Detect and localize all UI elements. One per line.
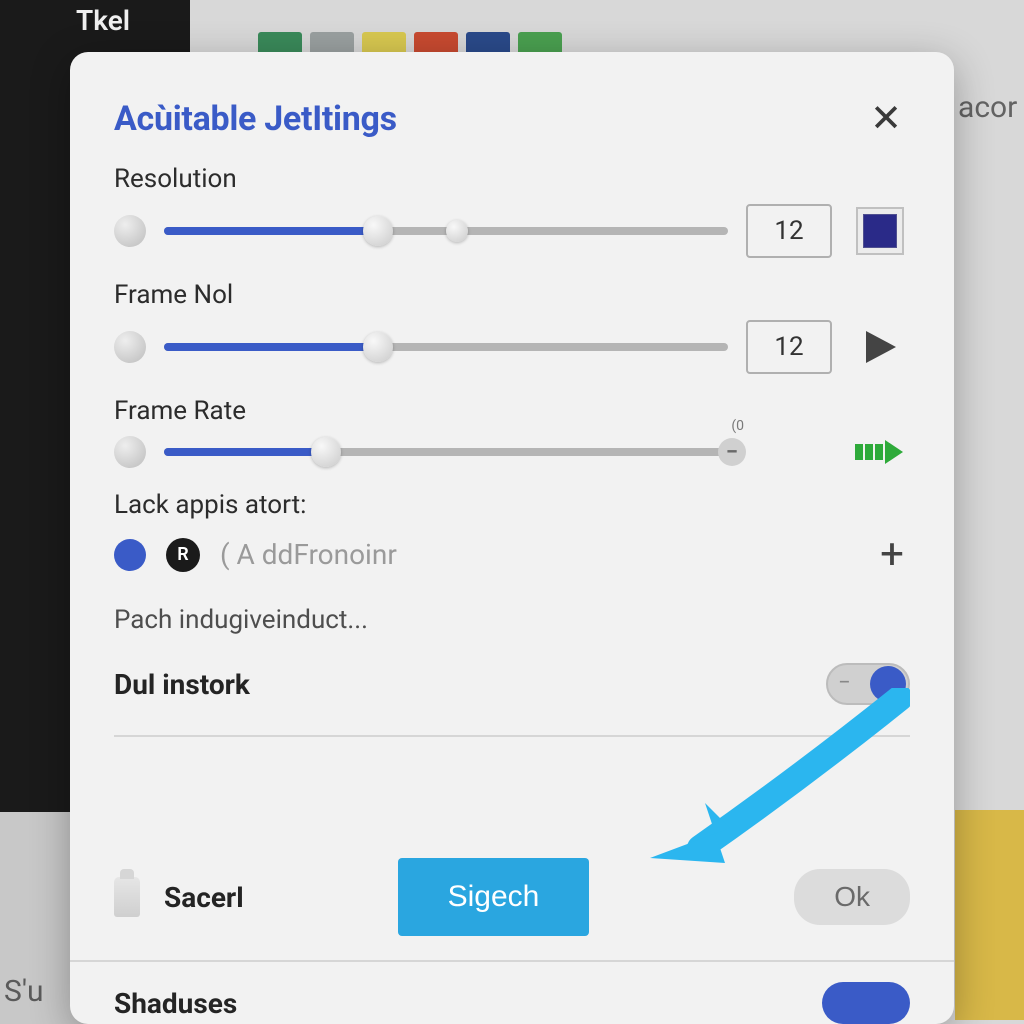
frame-nol-thumb[interactable] <box>363 332 393 362</box>
dul-instork-row: Dul instork − <box>114 663 910 705</box>
lack-radio-selected[interactable] <box>114 539 146 571</box>
resolution-swatch-wrap <box>850 207 910 255</box>
fast-forward-icon[interactable] <box>850 438 910 466</box>
shaduses-row: Shaduses <box>70 962 954 1024</box>
divider-1 <box>114 735 910 737</box>
background-tab-label: Tkel <box>76 4 130 37</box>
frame-nol-radio[interactable] <box>114 331 146 363</box>
resolution-slider[interactable] <box>164 215 728 247</box>
modal-title: Acùitable JetItings <box>114 99 397 139</box>
r-badge-icon[interactable]: R <box>166 538 200 572</box>
background-text-bottom: S'u <box>4 974 44 1009</box>
resolution-thumb[interactable] <box>363 216 393 246</box>
setting-lack: Lack appis atort: R ( A ddFronoinr + <box>114 490 910 579</box>
sacerl-label: Sacerl <box>164 881 244 914</box>
sigech-button[interactable]: Sigech <box>398 858 590 936</box>
color-swatch-inner <box>863 214 897 248</box>
frame-rate-slider[interactable]: − (0 <box>164 436 742 468</box>
ok-button[interactable]: Ok <box>794 869 910 925</box>
modal-header: Acùitable JetItings ✕ <box>70 52 954 142</box>
frame-rate-tiny-label: (0 <box>731 418 744 434</box>
resolution-value[interactable]: 12 <box>746 204 832 258</box>
frame-rate-radio[interactable] <box>114 436 146 468</box>
shaduses-label: Shaduses <box>114 987 237 1020</box>
frame-nol-label: Frame Nol <box>114 280 910 310</box>
dul-instork-label: Dul instork <box>114 668 250 701</box>
play-icon[interactable] <box>850 327 910 367</box>
plus-icon[interactable]: + <box>874 530 910 579</box>
close-icon[interactable]: ✕ <box>862 96 910 142</box>
toggle-minus-icon: − <box>838 670 851 695</box>
setting-frame-nol: Frame Nol 12 <box>114 280 910 374</box>
frame-rate-label: Frame Rate <box>114 396 910 426</box>
resolution-label: Resolution <box>114 164 910 194</box>
background-yellow-panel <box>955 810 1024 1020</box>
modal-body: Resolution 12 Frame <box>70 142 954 834</box>
settings-modal: Acùitable JetItings ✕ Resolution 12 <box>70 52 954 1024</box>
resolution-thumb-2[interactable] <box>446 220 468 242</box>
setting-resolution: Resolution 12 <box>114 164 910 258</box>
frame-nol-fill <box>164 343 378 351</box>
frame-rate-end[interactable]: − <box>718 438 746 466</box>
setting-frame-rate: Frame Rate − (0 <box>114 396 910 468</box>
dul-instork-toggle[interactable]: − <box>826 663 910 705</box>
resolution-fill <box>164 227 378 235</box>
bottle-icon <box>114 877 140 917</box>
resolution-radio[interactable] <box>114 215 146 247</box>
frame-rate-fill <box>164 448 326 456</box>
color-swatch-icon[interactable] <box>856 207 904 255</box>
shaduses-toggle[interactable] <box>822 982 910 1024</box>
background-text-right: acor <box>958 90 1017 125</box>
action-row: Sacerl Sigech Ok <box>70 834 954 960</box>
toggle-knob <box>870 666 906 702</box>
frame-nol-value[interactable]: 12 <box>746 320 832 374</box>
lack-label: Lack appis atort: <box>114 490 910 520</box>
add-input[interactable]: ( A ddFronoinr <box>220 538 854 571</box>
frame-rate-thumb[interactable] <box>311 437 341 467</box>
pach-text: Pach indugiveinduct... <box>114 605 910 635</box>
frame-nol-slider[interactable] <box>164 331 728 363</box>
